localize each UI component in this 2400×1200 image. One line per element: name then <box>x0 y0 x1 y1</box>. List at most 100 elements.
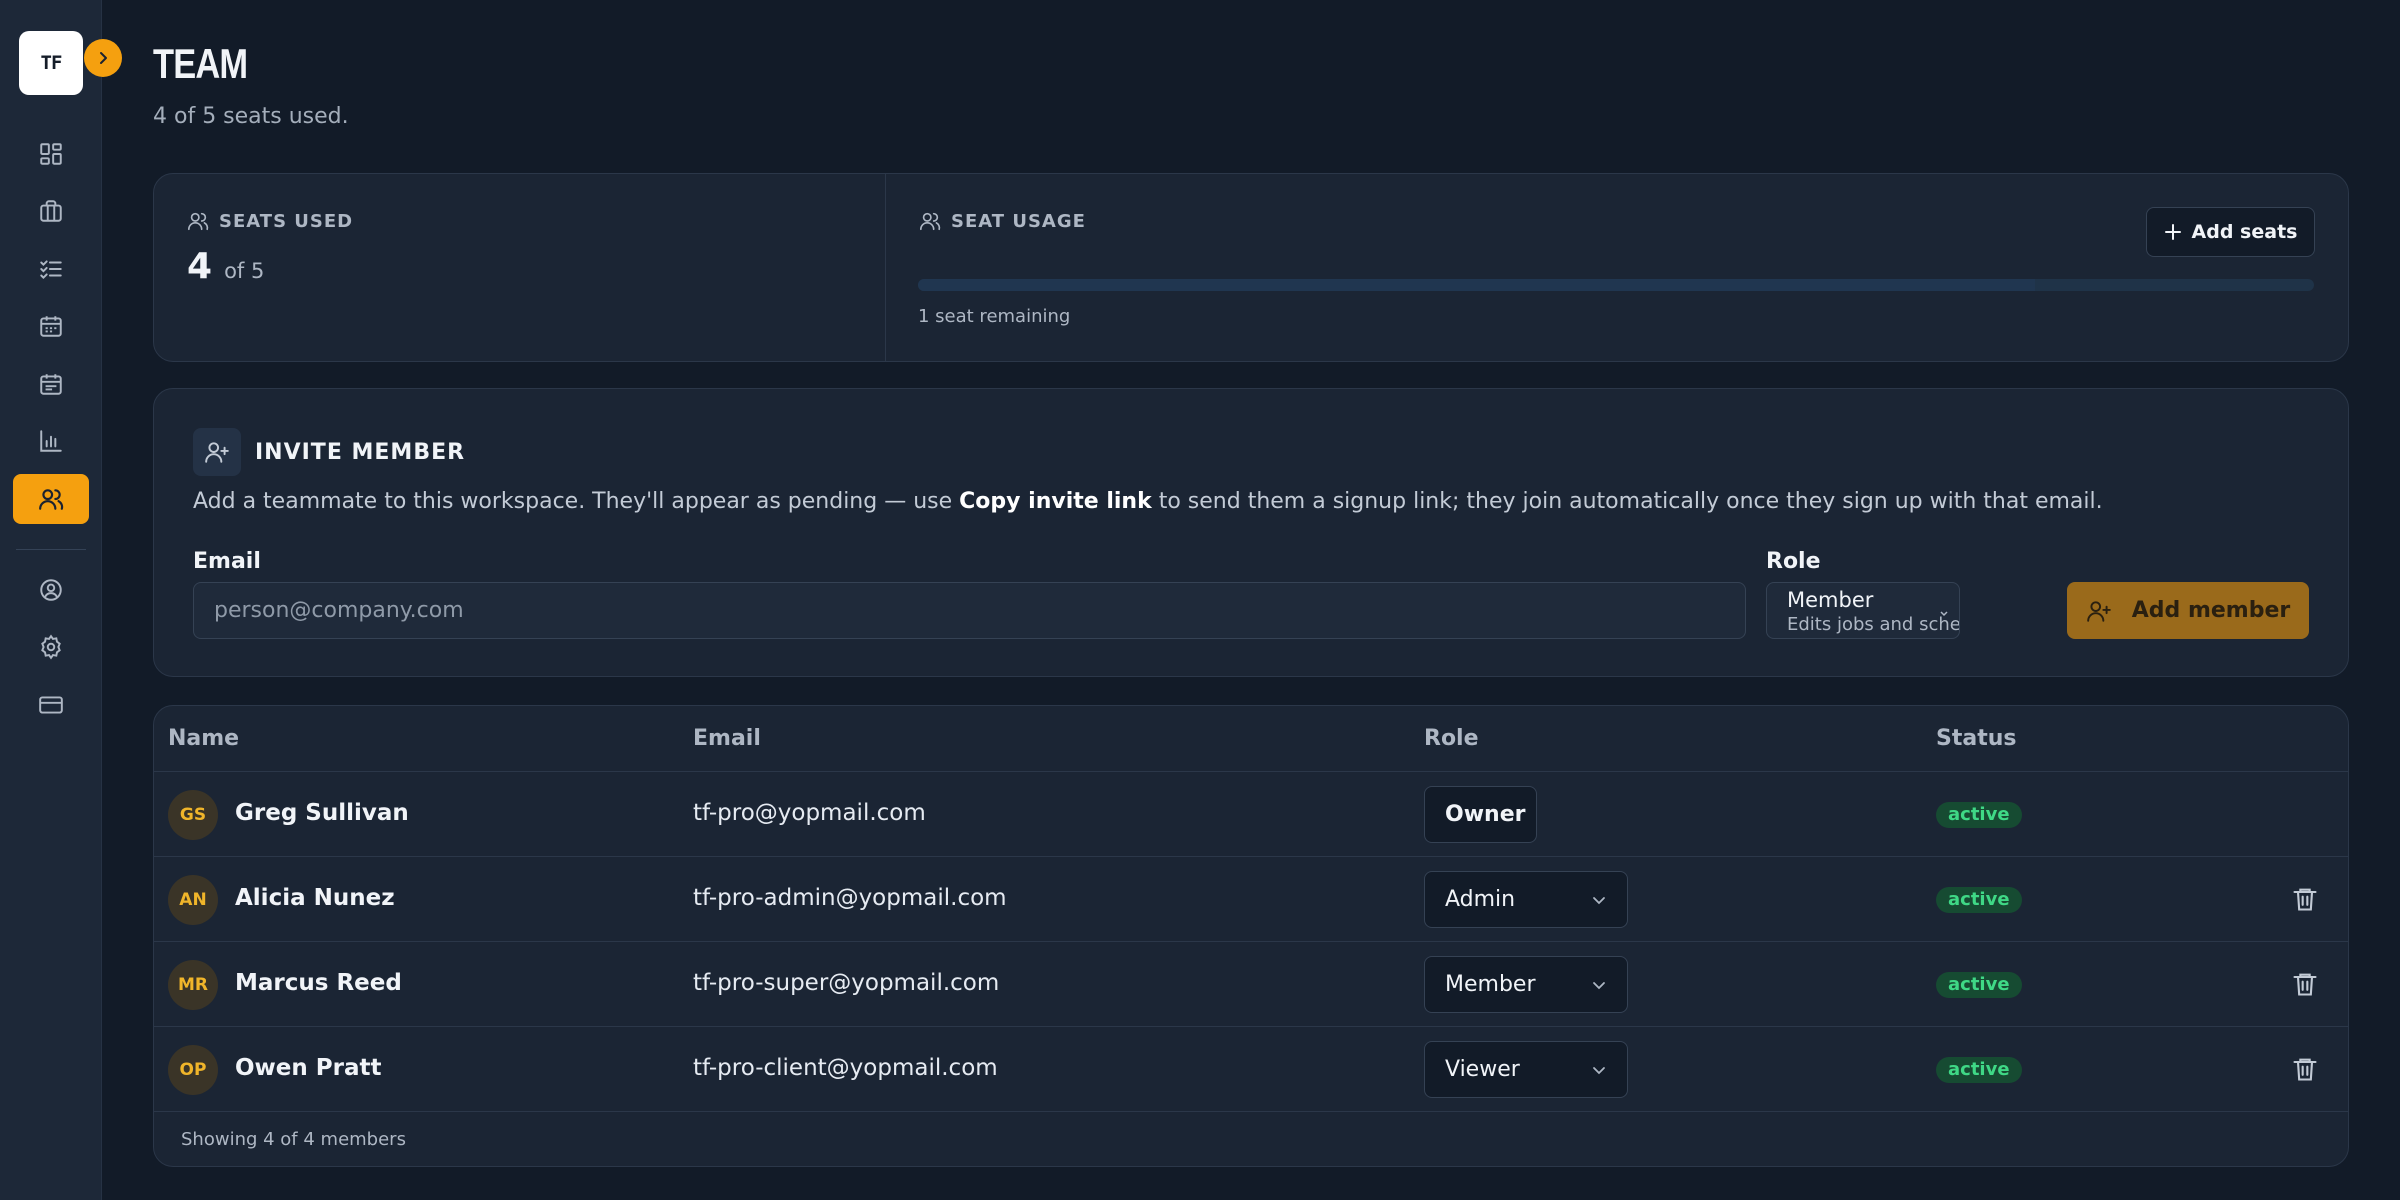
trash-icon[interactable] <box>2291 1054 2319 1084</box>
chevron-down-icon <box>1593 1066 1605 1074</box>
invite-member-card: INVITE MEMBER Add a teammate to this wor… <box>153 388 2349 677</box>
add-seats-label: Add seats <box>2191 221 2298 243</box>
member-role-label: Viewer <box>1445 1057 1520 1082</box>
seat-usage-progress-bar <box>918 279 2314 291</box>
checklist-icon <box>40 260 62 280</box>
member-name: Alicia Nunez <box>235 885 395 911</box>
member-email: tf-pro-super@yopmail.com <box>693 970 1000 996</box>
invite-header: INVITE MEMBER <box>193 428 465 476</box>
seats-used-label: SEATS USED <box>187 210 353 232</box>
member-role-select[interactable]: Admin <box>1424 871 1628 928</box>
seats-remaining-text: 1 seat remaining <box>918 306 1071 327</box>
sidebar-item-calendar[interactable] <box>13 301 89 351</box>
calendar-icon <box>40 316 62 337</box>
role-select[interactable]: Member Edits jobs and schedules <box>1766 582 1960 639</box>
users-icon <box>188 212 209 231</box>
add-seats-button[interactable]: Add seats <box>2146 207 2315 257</box>
sidebar-item-profile[interactable] <box>13 565 89 615</box>
column-header-name: Name <box>168 726 240 751</box>
member-role-static: Owner <box>1424 786 1537 843</box>
role-label: Role <box>1766 549 1821 574</box>
member-role-label: Owner <box>1445 802 1526 827</box>
sidebar-item-tasks[interactable] <box>13 244 89 294</box>
sidebar-item-settings[interactable] <box>13 622 89 672</box>
invite-desc-after: to send them a signup link; they join au… <box>1151 489 2103 514</box>
avatar: AN <box>168 875 218 925</box>
status-badge: active <box>1936 802 2022 828</box>
bar-chart-icon <box>40 430 62 452</box>
trash-icon[interactable] <box>2291 884 2319 914</box>
sidebar-item-schedule[interactable] <box>13 359 89 409</box>
sidebar-item-billing[interactable] <box>13 680 89 730</box>
column-header-email: Email <box>693 726 761 751</box>
email-field[interactable] <box>193 582 1746 639</box>
member-role-label: Admin <box>1445 887 1516 912</box>
seats-used-value: 4 <box>187 246 213 287</box>
table-header: Name Email Role Status <box>154 706 2348 772</box>
status-badge: active <box>1936 972 2022 998</box>
members-table: Name Email Role Status GS Greg Sullivan … <box>153 705 2349 1167</box>
user-plus-icon <box>2086 600 2111 622</box>
member-role-select[interactable]: Member <box>1424 956 1628 1013</box>
add-member-button[interactable]: Add member <box>2067 582 2309 639</box>
member-name: Owen Pratt <box>235 1055 382 1081</box>
page-title: TEAM <box>153 40 248 87</box>
table-footer: Showing 4 of 4 members <box>181 1129 406 1150</box>
chevron-right-icon <box>100 52 107 64</box>
briefcase-icon <box>40 200 62 222</box>
user-plus-icon <box>205 442 229 463</box>
avatar: GS <box>168 790 218 840</box>
status-badge: active <box>1936 887 2022 913</box>
invite-desc-before: Add a teammate to this workspace. They'l… <box>193 489 960 514</box>
avatar: MR <box>168 960 218 1010</box>
seat-usage-label-text: SEAT USAGE <box>951 210 1086 232</box>
add-member-label: Add member <box>2131 598 2291 623</box>
seats-used-label-text: SEATS USED <box>219 210 354 232</box>
calendar-schedule-icon <box>40 374 62 395</box>
sidebar-item-jobs[interactable] <box>13 186 89 236</box>
seats-card: SEATS USED 4 of 5 SEAT USAGE Add seats <box>153 173 2349 362</box>
table-row: OP Owen Pratt tf-pro-client@yopmail.com … <box>154 1027 2348 1112</box>
table-row: MR Marcus Reed tf-pro-super@yopmail.com … <box>154 942 2348 1027</box>
chevron-down-icon <box>1940 611 1948 617</box>
email-label: Email <box>193 549 261 574</box>
page-subtitle: 4 of 5 seats used. <box>153 104 349 129</box>
role-select-value: Member <box>1787 588 1874 612</box>
member-email: tf-pro@yopmail.com <box>693 800 926 826</box>
team-icon <box>39 489 64 510</box>
table-row: AN Alicia Nunez tf-pro-admin@yopmail.com… <box>154 857 2348 942</box>
gear-icon <box>41 634 61 660</box>
trash-icon[interactable] <box>2291 969 2319 999</box>
member-email: tf-pro-client@yopmail.com <box>693 1055 998 1081</box>
chevron-down-icon <box>1593 981 1605 989</box>
sidebar-expand-button[interactable] <box>84 39 122 77</box>
sidebar-item-reports[interactable] <box>13 416 89 466</box>
invite-description: Add a teammate to this workspace. They'l… <box>193 489 2103 514</box>
member-role-select[interactable]: Viewer <box>1424 1041 1628 1098</box>
seat-usage-label: SEAT USAGE <box>919 210 1086 232</box>
invite-title: INVITE MEMBER <box>255 439 466 465</box>
sidebar-item-team[interactable] <box>13 474 89 524</box>
plus-icon <box>2164 224 2181 240</box>
users-icon <box>920 212 941 231</box>
credit-card-icon <box>39 696 63 714</box>
dashboard-icon <box>40 143 62 165</box>
sidebar-divider <box>16 549 86 550</box>
copy-invite-link-text: Copy invite link <box>959 489 1152 514</box>
member-email: tf-pro-admin@yopmail.com <box>693 885 1007 911</box>
column-header-role: Role <box>1424 726 1479 751</box>
table-row: GS Greg Sullivan tf-pro@yopmail.com Owne… <box>154 772 2348 857</box>
role-select-description: Edits jobs and schedules <box>1787 614 1960 635</box>
seats-count: 4 of 5 <box>187 246 264 287</box>
member-name: Greg Sullivan <box>235 800 409 826</box>
seats-used-panel: SEATS USED 4 of 5 <box>154 174 886 361</box>
seat-usage-progress-fill <box>918 279 2035 291</box>
sidebar-item-dashboard[interactable] <box>13 129 89 179</box>
member-name: Marcus Reed <box>235 970 402 996</box>
invite-icon-box <box>193 428 241 476</box>
chevron-down-icon <box>1593 896 1605 904</box>
seats-total-value: of 5 <box>224 259 265 283</box>
sidebar: TF <box>0 0 122 1200</box>
workspace-logo[interactable]: TF <box>19 31 83 95</box>
column-header-status: Status <box>1936 726 2017 751</box>
